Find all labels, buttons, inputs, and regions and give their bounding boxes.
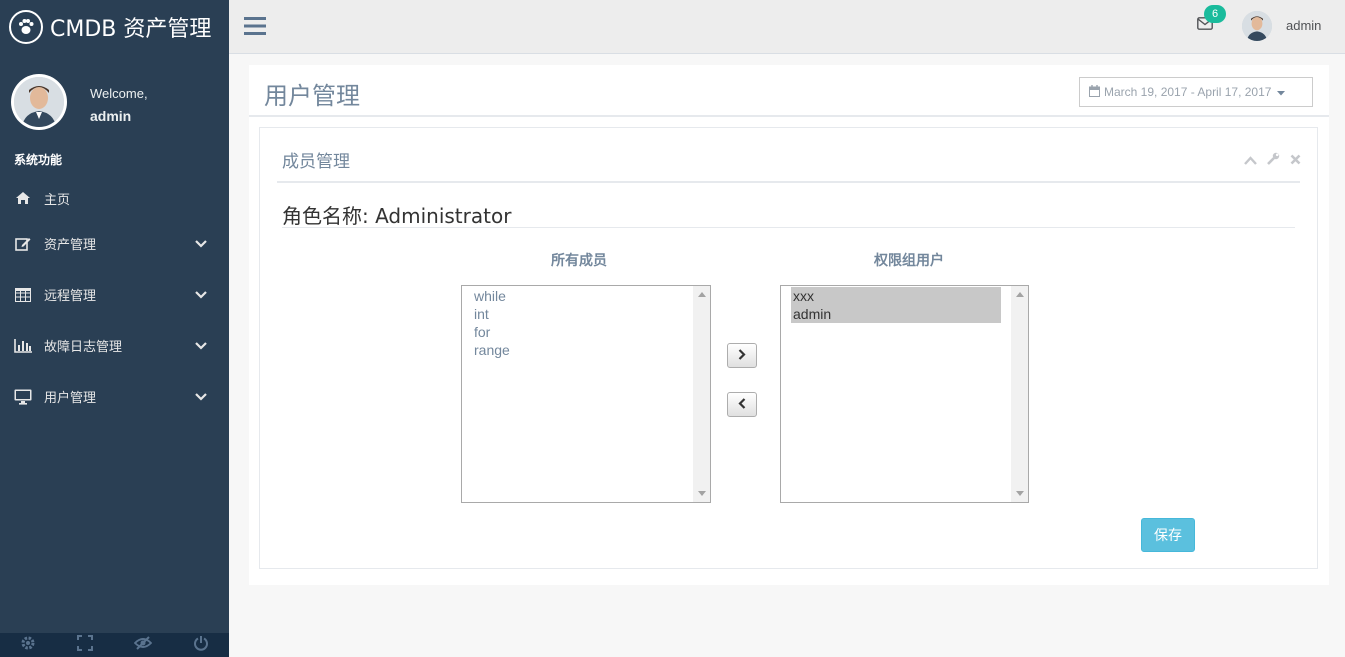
page-content: 用户管理 March 19, 2017 - April 17, 2017 成员管… bbox=[249, 65, 1329, 585]
top-navbar: 6 admin bbox=[229, 0, 1345, 54]
chevron-right-icon bbox=[738, 347, 746, 365]
chevron-down-icon bbox=[195, 389, 207, 404]
brand[interactable]: CMDB 资产管理 bbox=[0, 0, 229, 54]
divider bbox=[277, 181, 1300, 183]
scrollbar[interactable] bbox=[693, 286, 710, 502]
section-label: 系统功能 bbox=[14, 153, 63, 167]
sidebar-item-label: 远程管理 bbox=[44, 288, 97, 303]
sidebar-item-assets[interactable]: 资产管理 bbox=[0, 218, 229, 269]
date-range-picker[interactable]: March 19, 2017 - April 17, 2017 bbox=[1079, 77, 1313, 107]
gear-icon[interactable] bbox=[20, 635, 36, 656]
all-members-header: 所有成员 bbox=[551, 253, 607, 269]
paw-icon bbox=[9, 10, 43, 44]
profile: Welcome, admin bbox=[0, 54, 229, 194]
desktop-icon bbox=[14, 389, 32, 405]
divider bbox=[249, 115, 1329, 117]
bar-chart-icon bbox=[14, 338, 32, 354]
sidebar-item-users[interactable]: 用户管理 bbox=[0, 371, 229, 422]
sidebar-item-label: 用户管理 bbox=[44, 390, 97, 405]
home-icon bbox=[14, 190, 32, 206]
menu-toggle-icon[interactable] bbox=[244, 15, 266, 37]
sidebar-item-home[interactable]: 主页 bbox=[0, 178, 229, 218]
remove-from-group-button[interactable] bbox=[727, 392, 757, 417]
close-icon[interactable] bbox=[1290, 152, 1301, 170]
group-users-header: 权限组用户 bbox=[874, 253, 944, 269]
page-title: 用户管理 bbox=[264, 82, 360, 110]
sidebar-footer bbox=[0, 633, 229, 657]
sidebar-nav: 主页 资产管理 远程管理 故障日志管理 用户管理 bbox=[0, 178, 229, 422]
wrench-icon[interactable] bbox=[1267, 152, 1280, 170]
list-item[interactable]: for bbox=[462, 323, 710, 341]
profile-name: admin bbox=[90, 108, 132, 124]
chevron-down-icon bbox=[195, 287, 207, 302]
sidebar-item-fault-logs[interactable]: 故障日志管理 bbox=[0, 320, 229, 371]
all-members-list[interactable]: while int for range bbox=[461, 285, 711, 503]
sidebar: CMDB 资产管理 Welcome, admin 系统功能 主页 资产管理 远程… bbox=[0, 0, 229, 657]
list-item[interactable]: range bbox=[462, 341, 710, 359]
chevron-down-icon bbox=[195, 338, 207, 353]
sidebar-item-label: 主页 bbox=[44, 191, 71, 207]
group-users-list[interactable]: xxx admin bbox=[780, 285, 1029, 503]
caret-down-icon bbox=[1277, 85, 1286, 99]
fullscreen-icon[interactable] bbox=[77, 634, 94, 656]
eye-slash-icon[interactable] bbox=[133, 635, 153, 656]
user-menu[interactable]: admin bbox=[1286, 18, 1321, 33]
divider bbox=[282, 227, 1295, 228]
date-range-text: March 19, 2017 - April 17, 2017 bbox=[1104, 85, 1272, 99]
list-item[interactable]: xxx bbox=[791, 287, 1001, 305]
sidebar-item-label: 资产管理 bbox=[44, 237, 97, 252]
power-icon[interactable] bbox=[193, 635, 209, 656]
panel-toolbox bbox=[1244, 152, 1301, 170]
avatar[interactable] bbox=[1242, 11, 1272, 41]
panel-title: 成员管理 bbox=[282, 152, 350, 172]
edit-icon bbox=[14, 236, 32, 252]
list-item[interactable]: int bbox=[462, 305, 710, 323]
list-item[interactable]: admin bbox=[791, 305, 1001, 323]
chevron-down-icon bbox=[195, 236, 207, 251]
scrollbar[interactable] bbox=[1011, 286, 1028, 502]
brand-title: CMDB 资产管理 bbox=[50, 17, 212, 42]
role-name: 角色名称: Administrator bbox=[282, 204, 512, 228]
chevron-left-icon bbox=[738, 396, 746, 414]
add-to-group-button[interactable] bbox=[727, 343, 757, 368]
calendar-icon bbox=[1089, 84, 1100, 100]
sidebar-item-remote[interactable]: 远程管理 bbox=[0, 269, 229, 320]
list-item[interactable]: while bbox=[462, 287, 710, 305]
avatar bbox=[11, 74, 67, 130]
mail-count-badge: 6 bbox=[1204, 5, 1226, 23]
save-button[interactable]: 保存 bbox=[1141, 518, 1195, 552]
member-panel: 成员管理 角色名称: Administrator 所有成员 权限组用户 whil… bbox=[259, 127, 1318, 569]
sidebar-item-label: 故障日志管理 bbox=[44, 339, 123, 354]
welcome-text: Welcome, bbox=[90, 86, 148, 101]
chevron-up-icon[interactable] bbox=[1244, 152, 1257, 170]
table-icon bbox=[14, 287, 32, 303]
